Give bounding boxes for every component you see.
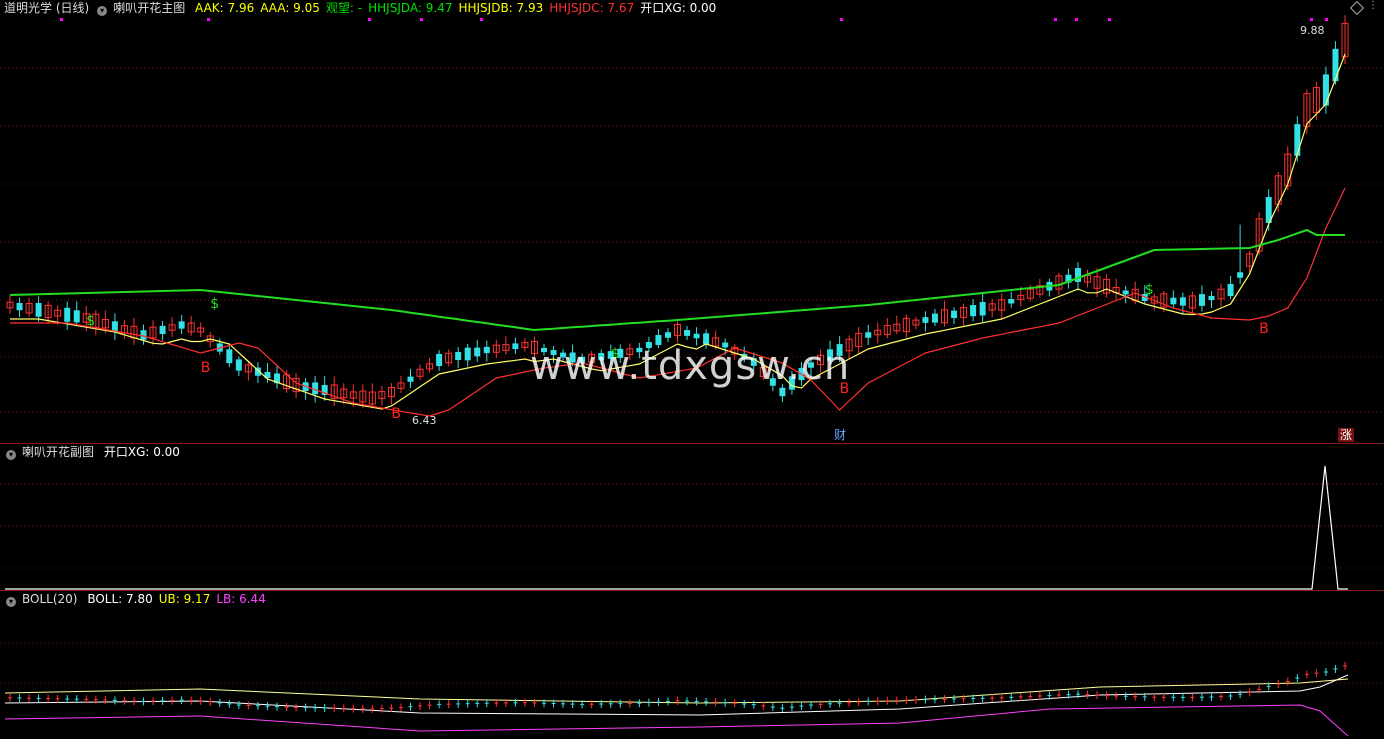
limit-up-marker: 涨 bbox=[1340, 427, 1352, 442]
candle-down bbox=[598, 353, 605, 361]
signal-dot bbox=[1108, 18, 1111, 21]
boll-chart-panel[interactable]: ▾ BOLL(20) BOLL: 7.80 UB: 9.17 LB: 6.44 bbox=[0, 591, 1384, 739]
candle-down bbox=[464, 347, 471, 361]
boll-indicator-chart bbox=[0, 642, 1384, 737]
signal-dot bbox=[1310, 18, 1313, 21]
candle-down bbox=[922, 317, 929, 323]
boll-indicator-menu-icon[interactable]: ▾ bbox=[6, 597, 16, 607]
candle-down bbox=[1332, 48, 1339, 82]
candle-down bbox=[235, 359, 242, 371]
sub-indicator-name: 喇叭开花副图 bbox=[22, 445, 95, 459]
sub-value-0: 开口XG: 0.00 bbox=[103, 445, 180, 459]
candle-down bbox=[655, 335, 662, 345]
candle-down bbox=[560, 352, 567, 358]
candle-down bbox=[1198, 294, 1205, 306]
boll-indicator-values: BOLL: 7.80 UB: 9.17 LB: 6.44 bbox=[87, 592, 272, 606]
candle-down bbox=[483, 346, 490, 354]
candle-down bbox=[226, 349, 233, 364]
candle-down bbox=[436, 353, 443, 367]
boll-chart-header: ▾ BOLL(20) BOLL: 7.80 UB: 9.17 LB: 6.44 bbox=[4, 591, 278, 607]
candle-down bbox=[664, 332, 671, 338]
candle-down bbox=[512, 343, 519, 350]
candle-down bbox=[1237, 272, 1244, 278]
main-candlestick-chart: B B B B $ $ $ $ 财 涨 9.88 6.43 bbox=[0, 15, 1384, 442]
sell-signal-marker: $ bbox=[210, 296, 219, 312]
candle-down bbox=[931, 313, 938, 323]
candle-down bbox=[35, 303, 42, 317]
candle-down bbox=[73, 310, 80, 323]
candle-down bbox=[951, 310, 958, 319]
candle-down bbox=[970, 305, 977, 317]
main-chart-panel[interactable]: 道明光学 (日线) ▾ 喇叭开花主图 AAK: 7.96 AAA: 9.05 观望: -… bbox=[0, 0, 1384, 443]
boll-lower bbox=[4, 704, 1349, 737]
sub-indicator-menu-icon[interactable]: ▾ bbox=[6, 450, 16, 460]
high-price-label: 9.88 bbox=[1300, 24, 1325, 37]
signal-dot bbox=[207, 18, 210, 21]
finance-marker: 财 bbox=[834, 428, 846, 442]
boll-value-0: BOLL: 7.80 bbox=[87, 592, 153, 606]
candle-down bbox=[64, 307, 71, 322]
candle-down bbox=[769, 378, 776, 386]
candle-down bbox=[779, 387, 786, 397]
boll-indicator-name: BOLL(20) bbox=[22, 592, 78, 606]
sub-indicator-chart bbox=[0, 465, 1384, 590]
boll-value-1: UB: 9.17 bbox=[158, 592, 211, 606]
candle-down bbox=[703, 333, 710, 345]
candle-down bbox=[827, 349, 834, 361]
candle-down bbox=[808, 362, 814, 368]
signal-dot bbox=[420, 18, 423, 21]
low-price-label: 6.43 bbox=[412, 414, 437, 427]
signal-dot bbox=[1075, 18, 1078, 21]
signal-dot bbox=[1325, 18, 1328, 21]
candle-down bbox=[1227, 283, 1234, 297]
candle-down bbox=[569, 352, 576, 363]
candle-down bbox=[693, 333, 700, 339]
candle-down bbox=[455, 351, 462, 361]
candle-down bbox=[1075, 268, 1081, 282]
candle-down bbox=[159, 325, 166, 335]
candle-down bbox=[1179, 297, 1186, 306]
candle-down bbox=[474, 347, 481, 357]
sell-signal-marker: $ bbox=[1145, 282, 1154, 298]
boll-mid bbox=[4, 674, 1349, 716]
buy-signal-marker: B bbox=[201, 360, 211, 376]
candle-down bbox=[1208, 295, 1215, 301]
candle-down bbox=[645, 342, 652, 348]
candle-down bbox=[979, 302, 986, 316]
candle-down bbox=[684, 330, 691, 336]
candle-down bbox=[1322, 74, 1329, 106]
candle-down bbox=[865, 332, 872, 338]
candle-down bbox=[1294, 124, 1301, 156]
candle-down bbox=[178, 321, 185, 329]
signal-dot bbox=[368, 18, 371, 21]
sub-chart-header: ▾ 喇叭开花副图 开口XG: 0.00 bbox=[4, 444, 192, 460]
candle-down bbox=[407, 376, 414, 382]
buy-signal-marker: B bbox=[840, 381, 850, 397]
signal-dot bbox=[60, 18, 63, 21]
candle-down bbox=[16, 302, 23, 311]
candle-down bbox=[836, 344, 843, 356]
candle-down bbox=[579, 356, 586, 364]
sub-chart-panel[interactable]: ▾ 喇叭开花副图 开口XG: 0.00 bbox=[0, 444, 1384, 590]
candle-down bbox=[1170, 297, 1177, 305]
sub-indicator-values: 开口XG: 0.00 bbox=[104, 445, 186, 459]
candle-down bbox=[550, 350, 557, 355]
buy-signal-marker: B bbox=[1259, 321, 1269, 337]
buy-signal-marker: B bbox=[391, 406, 401, 422]
candle-down bbox=[541, 347, 547, 353]
sell-signal-marker: $ bbox=[611, 346, 620, 362]
candle-down bbox=[1122, 290, 1129, 295]
signal-dot bbox=[1054, 18, 1057, 21]
candle-down bbox=[1008, 299, 1015, 304]
signal-dot bbox=[840, 18, 843, 21]
sell-signal-marker: $ bbox=[86, 313, 95, 329]
boll-value-2: LB: 6.44 bbox=[216, 592, 266, 606]
upper-band-green bbox=[9, 228, 1345, 332]
candle-down bbox=[722, 342, 729, 348]
candle-down bbox=[140, 330, 147, 340]
signal-dot bbox=[480, 18, 483, 21]
mid-line-yellow bbox=[10, 53, 1346, 410]
candle-down bbox=[636, 347, 643, 353]
